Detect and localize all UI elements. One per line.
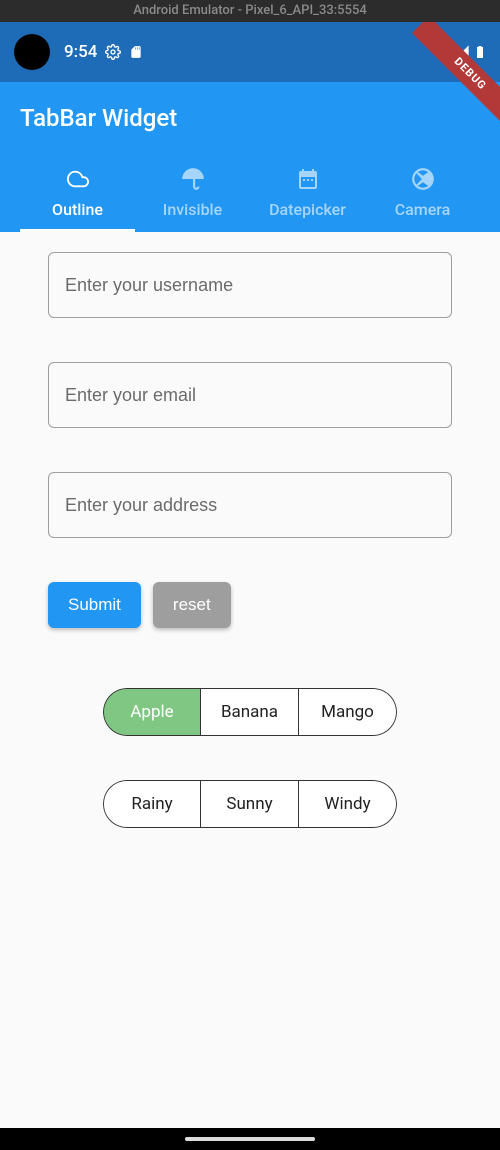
umbrella-icon	[180, 166, 206, 192]
toggle-rainy[interactable]: Rainy	[103, 780, 201, 828]
tab-outline[interactable]: Outline	[20, 156, 135, 232]
tab-label: Camera	[395, 200, 451, 219]
aperture-icon	[410, 166, 436, 192]
toggle-banana[interactable]: Banana	[201, 688, 299, 736]
toggle-windy[interactable]: Windy	[299, 780, 397, 828]
tab-datepicker[interactable]: Datepicker	[250, 156, 365, 232]
weather-toggle-group: Rainy Sunny Windy	[103, 780, 397, 828]
battery-icon	[474, 43, 486, 61]
username-field[interactable]	[48, 252, 452, 318]
submit-button[interactable]: Submit	[48, 582, 141, 628]
emulator-title: Android Emulator - Pixel_6_API_33:5554	[0, 0, 500, 22]
toggle-sunny[interactable]: Sunny	[201, 780, 299, 828]
status-time: 9:54	[64, 42, 97, 62]
tab-label: Outline	[52, 200, 103, 219]
button-row: Submit reset	[48, 582, 452, 628]
address-field[interactable]	[48, 472, 452, 538]
cloud-icon	[65, 166, 91, 192]
tab-invisible[interactable]: Invisible	[135, 156, 250, 232]
camera-cutout	[14, 34, 50, 70]
screen: DEBUG 9:54	[0, 22, 500, 1128]
toggle-apple[interactable]: Apple	[103, 688, 201, 736]
sd-card-icon	[129, 44, 143, 60]
calendar-icon	[295, 166, 321, 192]
tab-label: Invisible	[163, 200, 222, 219]
device-frame: Android Emulator - Pixel_6_API_33:5554 D…	[0, 0, 500, 1150]
tab-label: Datepicker	[269, 200, 346, 219]
toggle-mango[interactable]: Mango	[299, 688, 397, 736]
gear-icon	[105, 44, 121, 60]
email-field[interactable]	[48, 362, 452, 428]
fruit-toggle-group: Apple Banana Mango	[103, 688, 397, 736]
nav-pill[interactable]	[185, 1137, 315, 1141]
page-title: TabBar Widget	[20, 104, 480, 132]
android-nav-bar	[0, 1128, 500, 1150]
tab-content: Submit reset Apple Banana Mango Rainy Su…	[0, 232, 500, 892]
tab-camera[interactable]: Camera	[365, 156, 480, 232]
app-bar: TabBar Widget Outline Invisible	[0, 82, 500, 232]
tab-bar: Outline Invisible Datepicker	[20, 156, 480, 232]
reset-button[interactable]: reset	[153, 582, 231, 628]
